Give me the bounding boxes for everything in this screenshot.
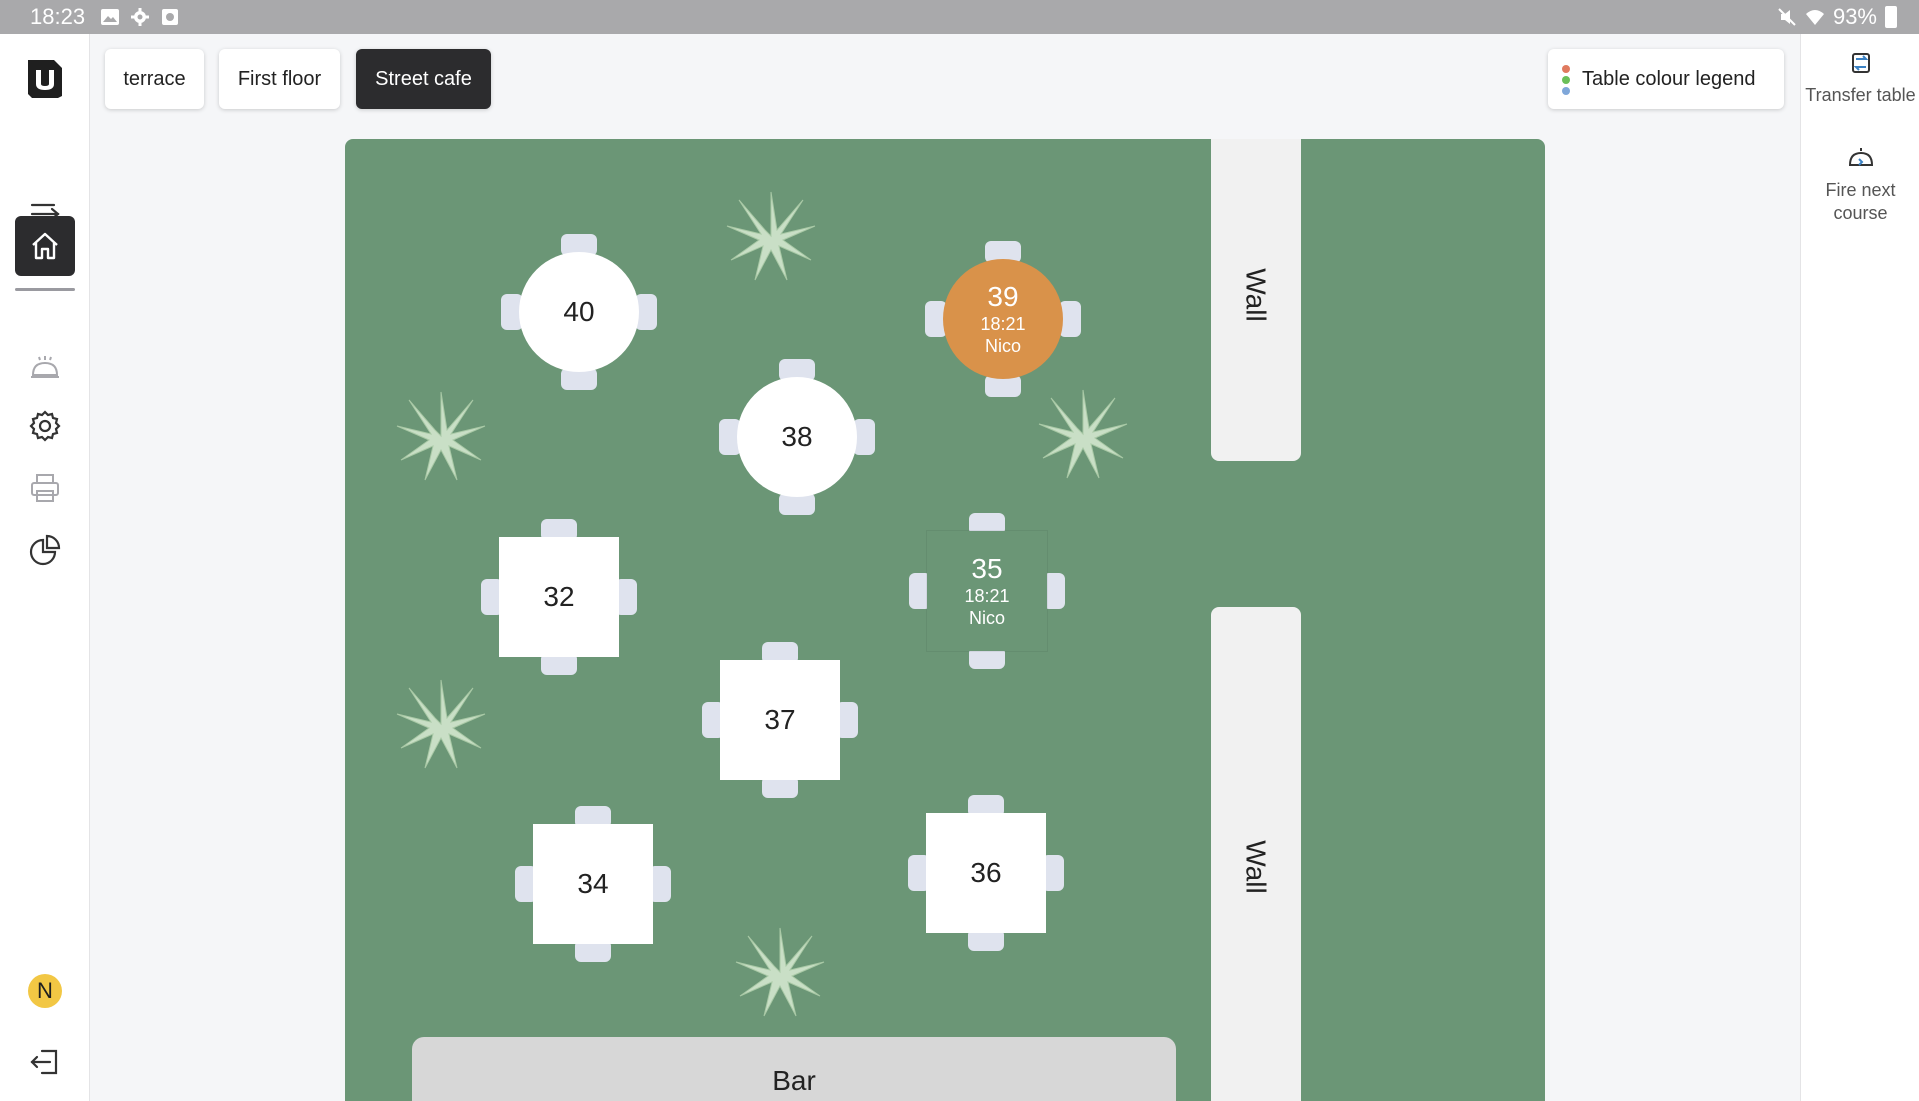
user-avatar[interactable]: N (28, 974, 62, 1008)
tab-street-cafe[interactable]: Street cafe (356, 49, 491, 109)
battery-icon (1885, 6, 1897, 28)
plant-icon (396, 391, 486, 481)
tab-first-floor[interactable]: First floor (219, 49, 340, 109)
table-number: 35 (971, 553, 1003, 584)
wall-top: Wall (1211, 139, 1301, 461)
table-waiter: Nico (968, 608, 1005, 628)
table-36[interactable]: 36 (908, 795, 1064, 951)
table-39[interactable]: 39 18:21 Nico (925, 241, 1081, 397)
home-button[interactable] (15, 216, 75, 276)
table-number: 32 (543, 581, 575, 612)
logout-button[interactable] (15, 1032, 75, 1092)
right-action-panel: Transfer table Fire next course (1800, 34, 1919, 1101)
settings-gear-icon (29, 410, 61, 442)
printer-button[interactable] (15, 458, 75, 518)
app-logo (28, 60, 62, 98)
mute-icon (1778, 8, 1796, 26)
transfer-table-button[interactable]: Transfer table (1801, 46, 1919, 107)
table-number: 39 (987, 281, 1019, 312)
table-34[interactable]: 34 (515, 806, 671, 962)
legend-dots-icon (1562, 65, 1570, 95)
table-colour-legend-button[interactable]: Table colour legend (1548, 49, 1784, 109)
settings-icon (131, 8, 149, 26)
table-number: 34 (577, 868, 609, 899)
plant-icon (1038, 389, 1128, 479)
table-time: 18:21 (964, 586, 1010, 606)
plant-icon (726, 191, 816, 281)
clock: 18:23 (30, 4, 86, 29)
wifi-icon (1805, 10, 1824, 25)
bar-counter: Bar (412, 1037, 1176, 1101)
transfer-table-icon (1851, 53, 1870, 73)
nav-divider (15, 288, 75, 291)
battery-percent: 93% (1832, 4, 1877, 29)
printer-icon (31, 474, 59, 502)
plant-icon (396, 679, 486, 769)
table-time: 18:21 (980, 314, 1026, 334)
left-navigation: N (0, 34, 90, 1101)
reports-button[interactable] (15, 520, 75, 580)
table-waiter: Nico (984, 336, 1021, 356)
fire-next-course-label-1: Fire next (1825, 180, 1896, 200)
wall-bottom: Wall (1211, 607, 1301, 1101)
table-37[interactable]: 37 (702, 642, 858, 798)
table-number: 37 (764, 704, 796, 735)
transfer-table-label: Transfer table (1805, 85, 1916, 105)
floor-plan: Wall Wall Bar 40 39 18:21 Nico 38 32 35 … (345, 139, 1545, 1101)
screen-record-icon (162, 9, 178, 25)
kitchen-bell-icon (31, 356, 59, 378)
home-icon (32, 232, 58, 260)
table-number: 40 (563, 296, 595, 327)
table-number: 38 (781, 421, 813, 452)
legend-label: Table colour legend (1582, 67, 1756, 90)
table-35[interactable]: 35 18:21 Nico (909, 513, 1065, 669)
gallery-icon (101, 9, 119, 25)
fire-course-bell-icon (1848, 148, 1873, 166)
table-40[interactable]: 40 (501, 234, 657, 390)
table-number: 36 (970, 857, 1002, 888)
settings-button[interactable] (15, 396, 75, 456)
table-38[interactable]: 38 (719, 359, 875, 515)
plant-icon (735, 927, 825, 1017)
fire-next-course-label-2: course (1833, 203, 1888, 223)
tab-terrace[interactable]: terrace (105, 49, 204, 109)
table-32[interactable]: 32 (481, 519, 637, 675)
system-status-bar: 18:23 93% (0, 0, 1919, 34)
kitchen-button[interactable] (15, 336, 75, 396)
reports-pie-icon (29, 534, 61, 566)
logout-icon (30, 1049, 58, 1075)
fire-next-course-button[interactable]: Fire next course (1801, 141, 1919, 225)
